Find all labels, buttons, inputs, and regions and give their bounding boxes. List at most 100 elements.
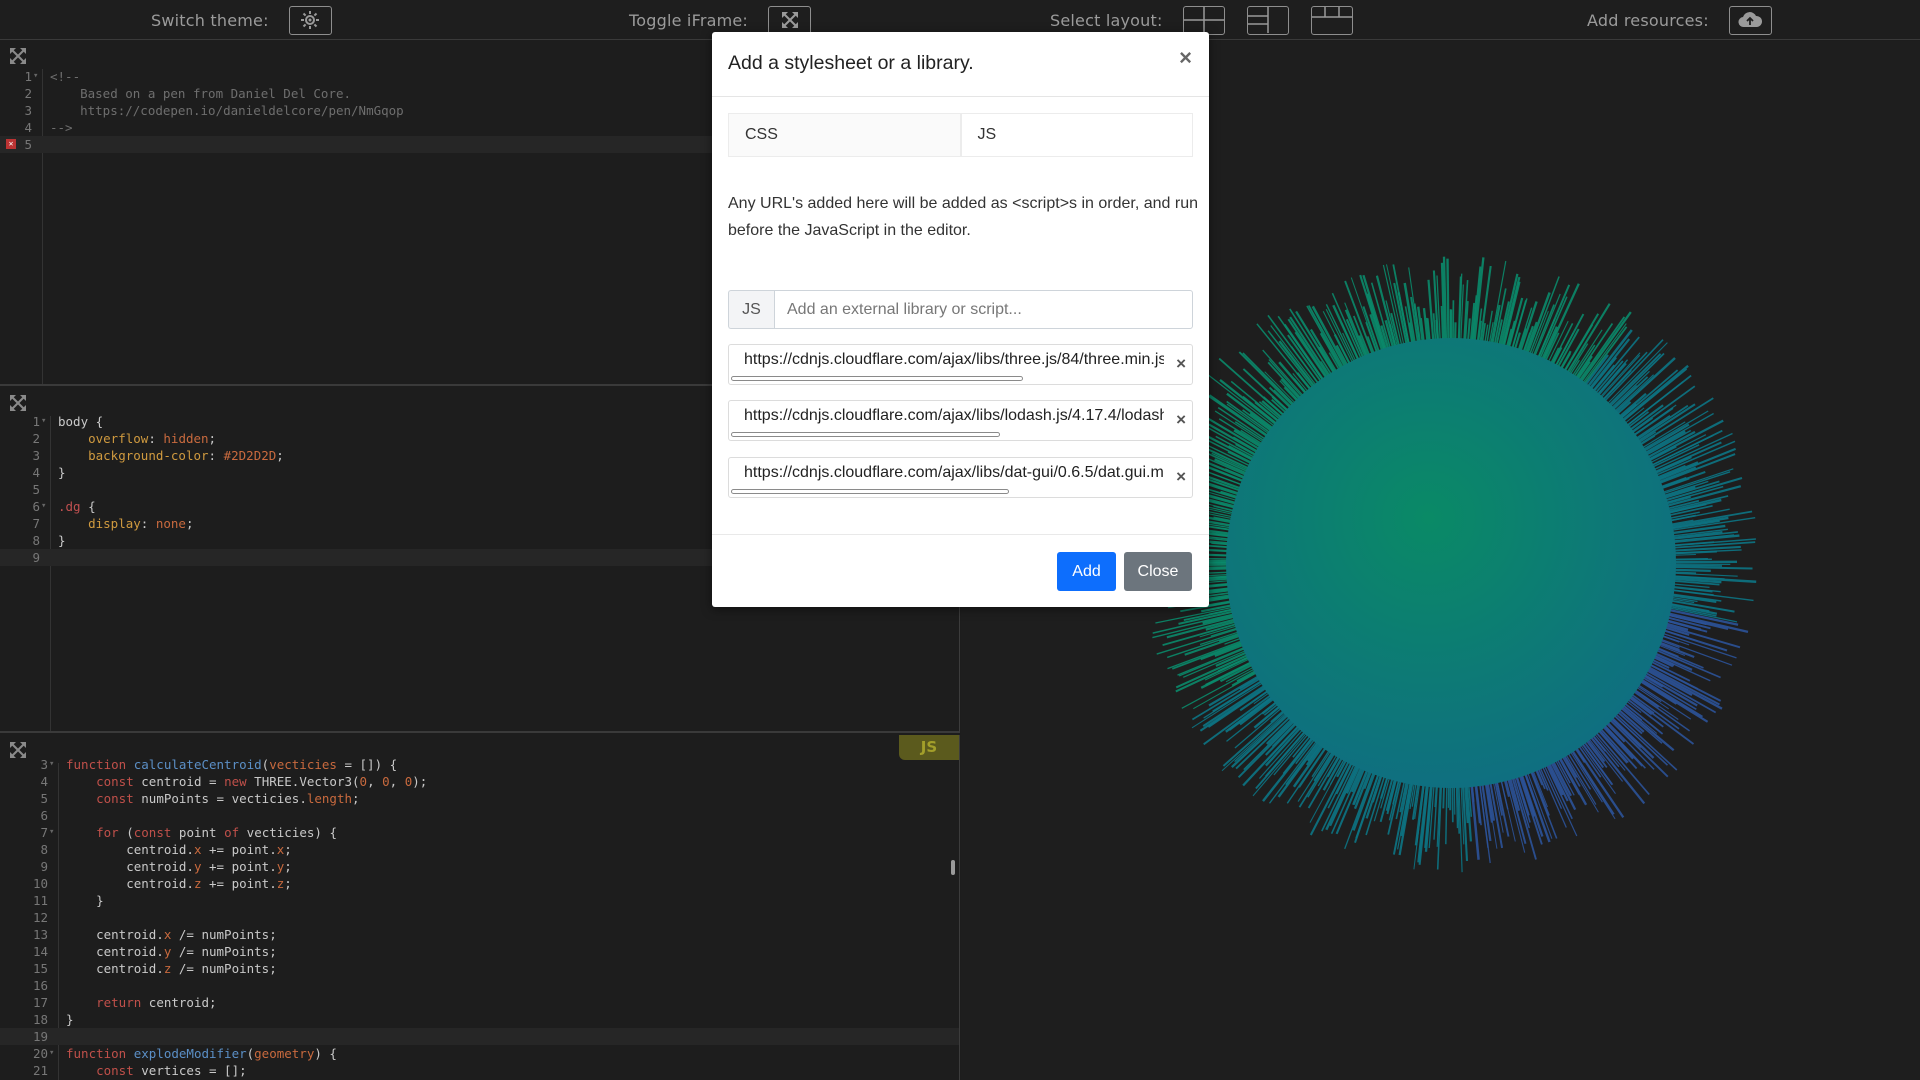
code-text[interactable]: body { (50, 413, 103, 430)
js-code[interactable]: 3 ▾ function calculateCentroid(vecticies =… (0, 756, 959, 1079)
fold-marker (48, 994, 58, 1011)
code-text[interactable] (58, 807, 66, 824)
code-text[interactable]: centroid.y /= numPoints; (58, 943, 277, 960)
code-text[interactable]: const centroid = new THREE.Vector3(0, 0,… (58, 773, 427, 790)
code-text[interactable]: centroid.z /= numPoints; (58, 960, 277, 977)
external-library-input[interactable] (774, 290, 1193, 329)
code-line[interactable]: 8 centroid.x += point.x; (0, 841, 959, 858)
code-line[interactable]: 19 (0, 1028, 959, 1045)
modal-footer: Add Close (712, 534, 1209, 607)
fold-marker[interactable]: ▾ (48, 1045, 58, 1062)
code-text[interactable]: } (58, 892, 104, 909)
code-line[interactable]: 3 ▾ function calculateCentroid(vecticies =… (0, 756, 959, 773)
code-text[interactable]: centroid.y += point.y; (58, 858, 292, 875)
fold-marker (40, 532, 50, 549)
code-text[interactable]: display: none; (50, 515, 193, 532)
code-text[interactable] (50, 481, 58, 498)
fold-marker[interactable]: ▾ (40, 498, 50, 515)
resource-scrollbar[interactable] (731, 489, 1009, 494)
line-number: 5 (24, 137, 32, 152)
code-text[interactable]: function explodeModifier(geometry) { (58, 1045, 337, 1062)
modal-close-icon[interactable]: × (1179, 47, 1192, 69)
line-number: 12 (32, 910, 48, 925)
code-text[interactable]: } (58, 1011, 74, 1028)
remove-resource-icon[interactable]: × (1176, 410, 1186, 430)
code-text[interactable]: const numPoints = vecticies.length; (58, 790, 359, 807)
close-button[interactable]: Close (1124, 552, 1192, 591)
add-resources-button[interactable] (1728, 5, 1772, 35)
code-text[interactable]: centroid.z += point.z; (58, 875, 292, 892)
remove-resource-icon[interactable]: × (1176, 467, 1186, 487)
js-scrollbar-thumb[interactable] (951, 860, 955, 875)
remove-resource-icon[interactable]: × (1176, 354, 1186, 374)
code-text[interactable] (58, 1028, 66, 1045)
resource-item[interactable]: https://cdnjs.cloudflare.com/ajax/libs/l… (728, 400, 1193, 441)
code-text[interactable]: Based on a pen from Daniel Del Core. (42, 85, 351, 102)
code-text[interactable]: } (50, 464, 66, 481)
code-text[interactable]: for (const point of vecticies) { (58, 824, 337, 841)
resource-item[interactable]: https://cdnjs.cloudflare.com/ajax/libs/t… (728, 344, 1193, 385)
code-text[interactable]: const vertices = []; (58, 1062, 247, 1079)
code-line[interactable]: 14 centroid.y /= numPoints; (0, 943, 959, 960)
resource-url[interactable]: https://cdnjs.cloudflare.com/ajax/libs/d… (744, 464, 1164, 482)
code-line[interactable]: 9 centroid.y += point.y; (0, 858, 959, 875)
fold-marker[interactable]: ▾ (48, 756, 58, 773)
code-text[interactable]: --> (42, 119, 73, 136)
tab-css[interactable]: CSS (728, 113, 961, 157)
expand-css-icon[interactable] (9, 394, 27, 412)
code-line[interactable]: 21 const vertices = []; (0, 1062, 959, 1079)
code-text[interactable] (42, 136, 50, 153)
fold-marker (32, 102, 42, 119)
code-text[interactable]: <!-- (42, 68, 80, 85)
error-marker-icon[interactable]: ✕ (6, 139, 16, 149)
expand-html-icon[interactable] (9, 47, 27, 65)
layout-grid-button[interactable] (1182, 5, 1225, 35)
code-line[interactable]: 10 centroid.z += point.z; (0, 875, 959, 892)
code-text[interactable]: background-color: #2D2D2D; (50, 447, 284, 464)
code-line[interactable]: 17 return centroid; (0, 994, 959, 1011)
code-text[interactable] (58, 909, 66, 926)
code-text[interactable]: return centroid; (58, 994, 216, 1011)
fold-marker (48, 943, 58, 960)
line-number: 1 (32, 414, 40, 429)
code-line[interactable]: 12 (0, 909, 959, 926)
code-text[interactable]: } (50, 532, 66, 549)
fold-marker (48, 875, 58, 892)
resource-url[interactable]: https://cdnjs.cloudflare.com/ajax/libs/t… (744, 351, 1164, 369)
code-text[interactable]: overflow: hidden; (50, 430, 216, 447)
toggle-iframe-button[interactable] (768, 5, 812, 35)
code-text[interactable]: .dg { (50, 498, 96, 515)
resource-item[interactable]: https://cdnjs.cloudflare.com/ajax/libs/d… (728, 457, 1193, 498)
code-line[interactable]: 16 (0, 977, 959, 994)
fold-marker (48, 807, 58, 824)
layout-split-button[interactable] (1246, 5, 1289, 35)
code-text[interactable]: centroid.x += point.x; (58, 841, 292, 858)
fold-marker[interactable]: ▾ (32, 68, 42, 85)
code-line[interactable]: 7 ▾ for (const point of vecticies) { (0, 824, 959, 841)
code-line[interactable]: 13 centroid.x /= numPoints; (0, 926, 959, 943)
code-line[interactable]: 4 const centroid = new THREE.Vector3(0, … (0, 773, 959, 790)
fold-marker (48, 960, 58, 977)
resource-scrollbar[interactable] (731, 432, 1000, 437)
code-line[interactable]: 15 centroid.z /= numPoints; (0, 960, 959, 977)
code-text[interactable]: https://codepen.io/danieldelcore/pen/NmG… (42, 102, 404, 119)
switch-theme-button[interactable] (288, 5, 332, 35)
resource-url[interactable]: https://cdnjs.cloudflare.com/ajax/libs/l… (744, 407, 1164, 425)
code-line[interactable]: 20 ▾ function explodeModifier(geometry) { (0, 1045, 959, 1062)
layout-columns-button[interactable] (1310, 5, 1353, 35)
fold-marker[interactable]: ▾ (40, 413, 50, 430)
js-editor[interactable]: JS 3 ▾ function calculateCentroid(vecticie… (0, 735, 960, 1080)
fold-marker[interactable]: ▾ (48, 824, 58, 841)
code-line[interactable]: 6 (0, 807, 959, 824)
code-line[interactable]: 5 const numPoints = vecticies.length; (0, 790, 959, 807)
code-text[interactable] (50, 549, 58, 566)
code-text[interactable]: centroid.x /= numPoints; (58, 926, 277, 943)
code-line[interactable]: 18} (0, 1011, 959, 1028)
resource-scrollbar[interactable] (731, 376, 1023, 381)
code-text[interactable] (58, 977, 66, 994)
tab-js[interactable]: JS (960, 113, 1193, 157)
fold-marker (40, 447, 50, 464)
code-line[interactable]: 11 } (0, 892, 959, 909)
code-text[interactable]: function calculateCentroid(vecticies = [… (58, 756, 397, 773)
add-button[interactable]: Add (1057, 552, 1116, 591)
